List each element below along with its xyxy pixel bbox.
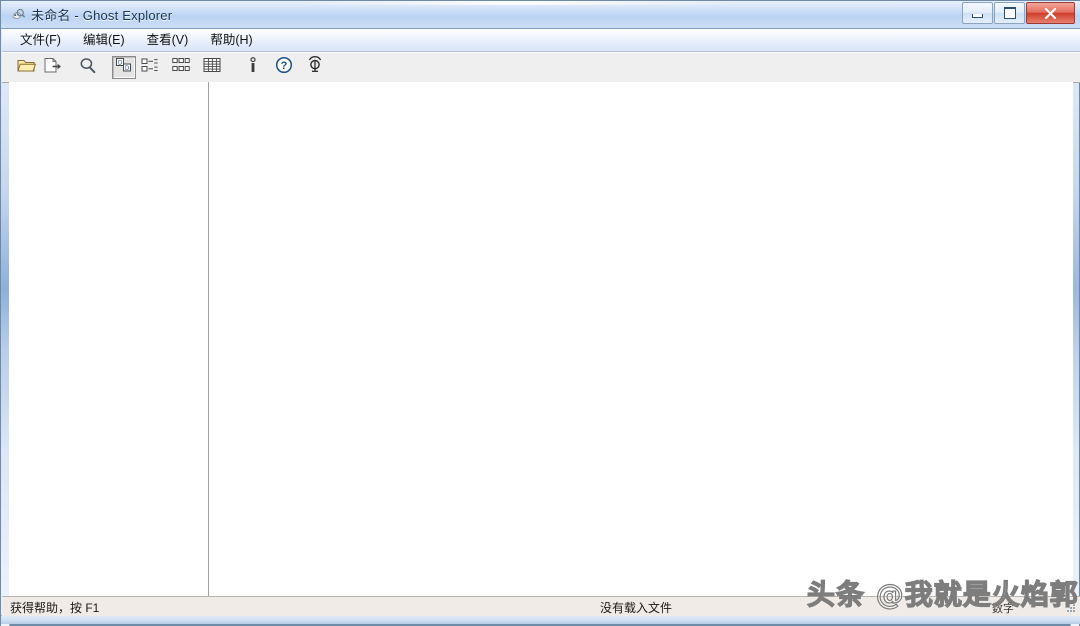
- window-title: 未命名 - Ghost Explorer: [31, 8, 173, 23]
- menu-help[interactable]: 帮助(H): [200, 30, 262, 50]
- toolbar-search-button[interactable]: [76, 56, 100, 79]
- file-list-pane[interactable]: [213, 82, 1073, 599]
- toolbar-small-icons-button[interactable]: [138, 56, 162, 79]
- info-icon: [246, 56, 260, 79]
- toolbar-details-button[interactable]: [200, 56, 224, 79]
- status-bar: 获得帮助，按 F1 没有载入文件 数字: [2, 596, 1080, 616]
- extract-file-icon: [43, 57, 62, 79]
- status-file-text: 没有载入文件: [600, 601, 673, 615]
- title-bar[interactable]: 未命名 - Ghost Explorer: [1, 1, 1080, 29]
- list-view-icon: [172, 57, 190, 78]
- menu-edit[interactable]: 编辑(E): [73, 30, 135, 50]
- svg-text:D: D: [118, 60, 123, 66]
- titlebar-highlight: [301, 1, 731, 5]
- menu-bar: 文件(F) 编辑(E) 查看(V) 帮助(H): [2, 29, 1080, 52]
- status-num-indicator: 数字: [992, 603, 1014, 615]
- resize-grip-icon[interactable]: [1063, 601, 1077, 615]
- window-controls: [961, 2, 1075, 24]
- maximize-button[interactable]: [994, 2, 1025, 24]
- large-icons-view-icon: D D: [115, 57, 133, 78]
- ghost-magnifier-icon: [10, 7, 26, 23]
- toolbar-help-button[interactable]: ?: [272, 56, 296, 79]
- open-folder-icon: [16, 57, 36, 79]
- search-magnifier-icon: [79, 57, 97, 79]
- details-view-icon: [203, 57, 221, 78]
- minimize-button[interactable]: [962, 2, 993, 24]
- small-icons-view-icon: [141, 57, 159, 78]
- help-question-icon: ?: [275, 56, 293, 79]
- menu-file[interactable]: 文件(F): [10, 30, 71, 50]
- close-icon: [1027, 3, 1074, 23]
- toolbar-info-button[interactable]: [241, 56, 265, 79]
- close-button[interactable]: [1026, 2, 1075, 24]
- toolbar: D D ?: [2, 52, 1080, 83]
- toolbar-open-button[interactable]: [14, 56, 38, 79]
- svg-text:?: ?: [281, 60, 288, 72]
- window-frame-bottom: [1, 615, 1080, 624]
- ghost-explorer-window: 未命名 - Ghost Explorer 文件(F) 编辑(E) 查看(V) 帮…: [0, 0, 1080, 626]
- toolbar-list-button[interactable]: [169, 56, 193, 79]
- status-hint-text: 获得帮助，按 F1: [10, 601, 100, 615]
- toolbar-extract-button[interactable]: [40, 56, 64, 79]
- menu-view[interactable]: 查看(V): [137, 30, 199, 50]
- about-icon: [306, 56, 324, 79]
- svg-text:D: D: [125, 66, 130, 72]
- toolbar-about-button[interactable]: [303, 56, 327, 79]
- toolbar-large-icons-button[interactable]: D D: [112, 56, 136, 79]
- client-area: [9, 82, 1073, 599]
- tree-pane[interactable]: [9, 82, 209, 599]
